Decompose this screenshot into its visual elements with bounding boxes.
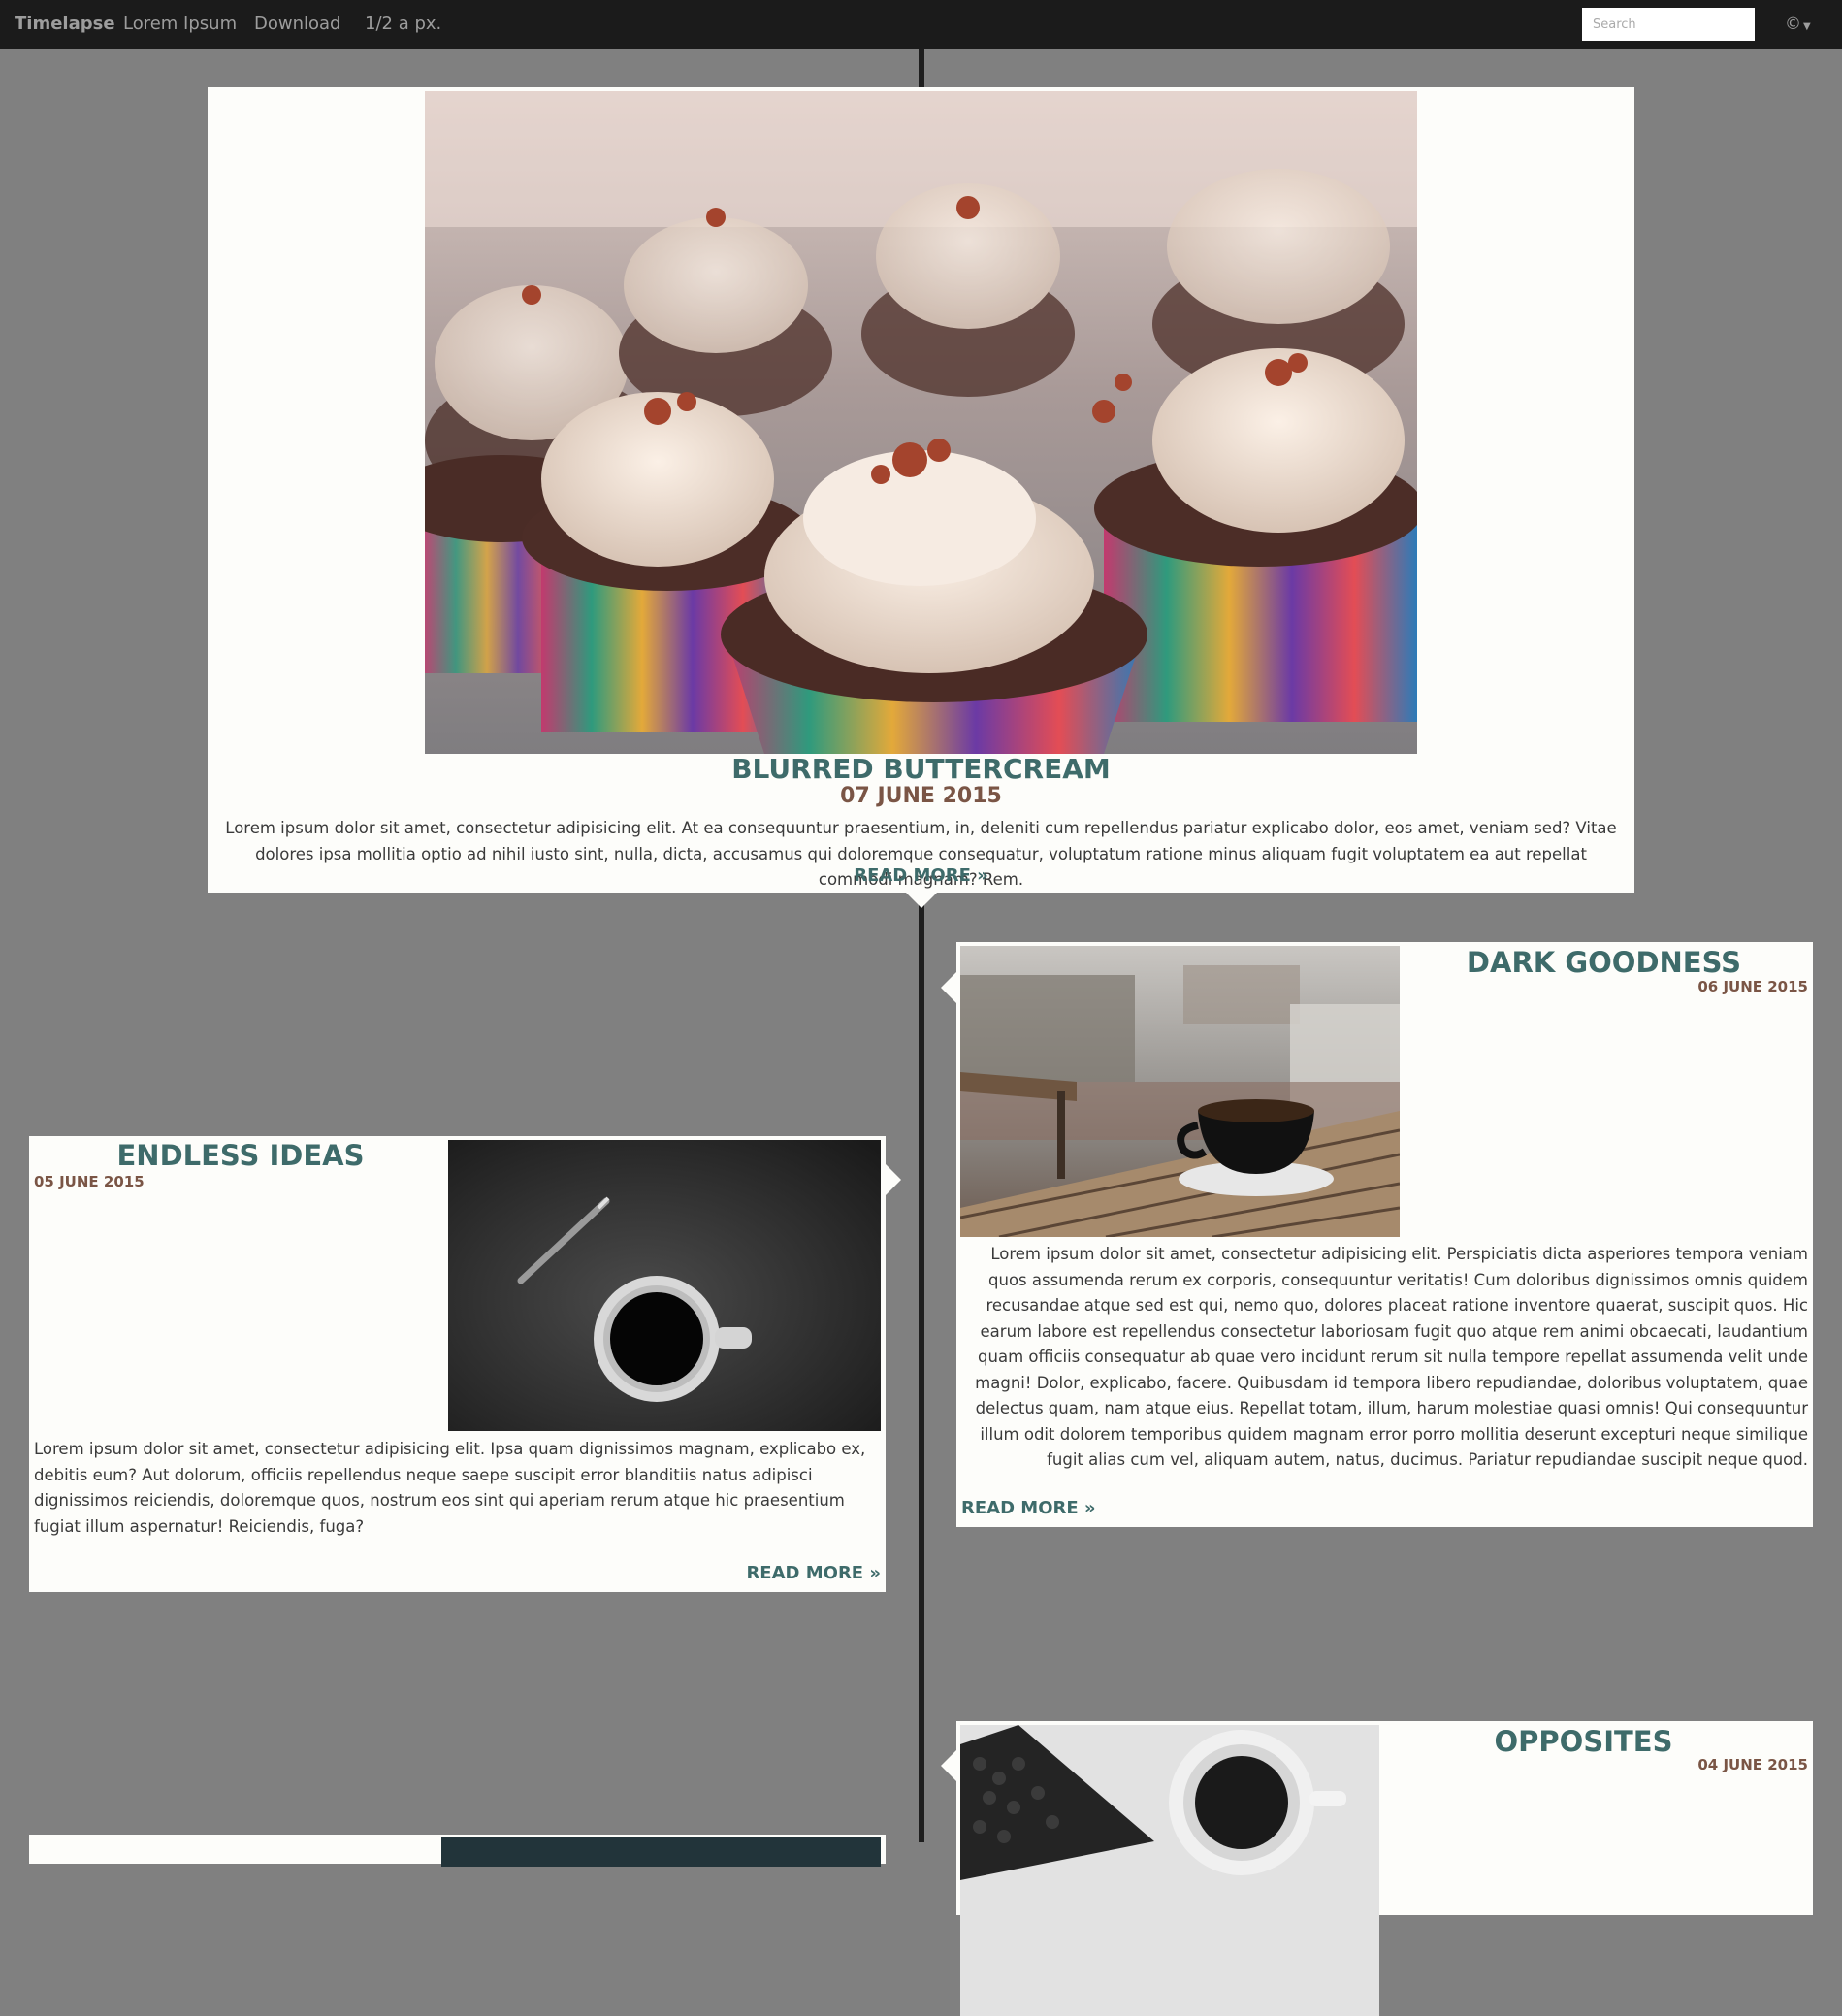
top-navbar: Timelapse Lorem Ipsum Download 1/2 a px.…: [0, 0, 1842, 49]
post-excerpt: Lorem ipsum dolor sit amet, consectetur …: [975, 1245, 1808, 1469]
coffee-cup-on-table-photo: [960, 946, 1400, 1237]
timeline-pointer: [906, 893, 937, 908]
nav-link-download[interactable]: Download: [254, 0, 340, 49]
read-more-link[interactable]: READ MORE »: [746, 1563, 881, 1583]
cupcakes-photo: [425, 91, 1417, 754]
nav-link-half-px[interactable]: 1/2 a px.: [365, 0, 441, 49]
timeline-pointer: [941, 972, 956, 1003]
read-more-link[interactable]: READ MORE »: [208, 865, 1634, 886]
timeline-post-opposites: OPPOSITES 04 JUNE 2015: [956, 1721, 1813, 2016]
timeline-post-blurred-buttercream: BLURRED BUTTERCREAM 07 JUNE 2015 Lorem i…: [208, 87, 1634, 893]
timeline-post-next: [29, 1835, 886, 1867]
post-title[interactable]: DARK GOODNESS: [1400, 946, 1808, 979]
post-date: 07 JUNE 2015: [840, 784, 1002, 808]
post-date: 06 JUNE 2015: [1697, 978, 1808, 995]
post-title[interactable]: OPPOSITES: [1379, 1725, 1788, 1758]
brand-link[interactable]: Timelapse: [15, 0, 115, 49]
user-menu-dropdown[interactable]: © ▼: [1785, 0, 1811, 51]
timeline-post-endless-ideas: ENDLESS IDEAS 05 JUNE 2015 Lorem ipsum d…: [29, 1136, 886, 1592]
post-title[interactable]: BLURRED BUTTERCREAM: [208, 753, 1634, 785]
nav-link-lorem-ipsum[interactable]: Lorem Ipsum: [123, 0, 237, 49]
timeline-post-dark-goodness: DARK GOODNESS 06 JUNE 2015 Lorem ipsum d…: [956, 942, 1813, 1527]
read-more-link[interactable]: READ MORE »: [961, 1498, 1096, 1518]
coffee-and-pencil-photo: [448, 1140, 881, 1431]
post-date: 04 JUNE 2015: [1697, 1756, 1808, 1773]
timeline-pointer: [941, 1750, 956, 1781]
post-excerpt: Lorem ipsum dolor sit amet, consectetur …: [34, 1440, 866, 1536]
copyright-icon: ©: [1785, 15, 1801, 34]
caret-down-icon: ▼: [1803, 21, 1811, 32]
coffee-beans-and-cup-photo: [960, 1725, 1379, 2016]
post-date: 05 JUNE 2015: [34, 1173, 145, 1190]
post-title[interactable]: ENDLESS IDEAS: [33, 1139, 448, 1172]
search-input[interactable]: [1582, 8, 1755, 41]
timeline-pointer: [886, 1164, 901, 1195]
